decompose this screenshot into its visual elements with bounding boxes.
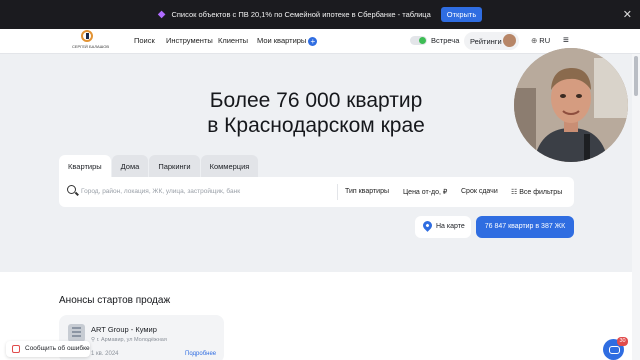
plus-icon[interactable]: + [308,36,318,46]
avatar [503,34,516,47]
search-bar: Город, район, локация, ЖК, улица, застро… [59,177,574,207]
nav-search[interactable]: Поиск [134,36,155,45]
tab-commercial[interactable]: Коммерция [200,155,259,177]
filter-price[interactable]: Цена от-до, ₽ [403,188,447,196]
logo-text: СЕРГЕЙ БАЛАШОВ [72,44,110,49]
diamond-icon: ◆ [157,9,166,20]
webcam-figure [514,48,628,162]
globe-icon: ⊕ [531,36,538,45]
banner-open-button[interactable]: Открыть [440,7,483,22]
chat-badge: 30 [617,337,628,346]
property-tabs: Квартиры Дома Паркинги Коммерция [59,155,259,177]
filter-all[interactable]: ☷ Все фильтры [511,188,562,196]
tab-flats[interactable]: Квартиры [59,155,111,177]
card-date: 1 кв. 2024 [91,351,119,357]
tab-parking[interactable]: Паркинги [149,155,200,177]
ratings-label: Рейтинги [470,37,502,46]
language-selector[interactable]: ⊕ RU [531,36,550,45]
nav-clients[interactable]: Клиенты [218,36,248,45]
ratings-button[interactable]: Рейтинги [464,32,519,50]
divider [337,184,338,200]
card-name: ART Group - Кумир [91,325,157,334]
card-address-text: г. Армавир, ул Молодёжная [96,337,167,343]
close-icon[interactable]: ✕ [623,8,632,21]
map-button[interactable]: На карте [415,216,471,238]
map-button-label: На карте [436,223,465,230]
section-title: Анонсы стартов продаж [59,295,171,306]
card-more-link[interactable]: Подробнее [185,351,216,357]
menu-icon[interactable]: ≡ [563,35,569,46]
report-icon [12,345,20,353]
promo-banner: ◆ Список объектов с ПВ 20,1% по Семейной… [0,0,640,29]
search-input[interactable]: Город, район, локация, ЖК, улица, застро… [81,188,240,195]
language-label: RU [539,36,551,45]
scrollbar[interactable] [632,54,640,360]
logo-mark-icon [81,30,93,42]
scrollbar-thumb[interactable] [634,56,638,96]
building-icon [68,324,85,342]
meeting-toggle[interactable] [410,36,427,45]
filter-deadline[interactable]: Срок сдачи [461,188,498,195]
meeting-label: Встреча [431,36,460,45]
presenter-webcam [514,48,628,162]
search-icon [67,185,76,194]
card-address: ⚲ г. Армавир, ул Молодёжная [91,337,167,343]
site-logo[interactable]: СЕРГЕЙ БАЛАШОВ [72,30,110,52]
report-error-button[interactable]: Сообщить об ошибке [6,341,90,357]
banner-text: Список объектов с ПВ 20,1% по Семейной и… [171,10,431,19]
show-results-button[interactable]: 76 847 квартир в 387 ЖК [476,216,574,238]
nav-my-flats[interactable]: Мои квартиры + [257,36,318,46]
chat-button[interactable]: 30 [603,337,628,360]
filter-flat-type[interactable]: Тип квартиры [345,188,389,195]
filter-all-label: Все фильтры [519,189,563,196]
filters-icon: ☷ [511,189,520,196]
report-error-label: Сообщить об ошибке [25,345,90,352]
nav-tools[interactable]: Инструменты [166,36,213,45]
map-pin-icon [421,219,434,232]
nav-my-flats-label: Мои квартиры [257,36,307,45]
tab-houses[interactable]: Дома [111,155,149,177]
top-header: СЕРГЕЙ БАЛАШОВ Поиск Инструменты Клиенты… [0,29,640,54]
toggle-knob [419,37,426,44]
